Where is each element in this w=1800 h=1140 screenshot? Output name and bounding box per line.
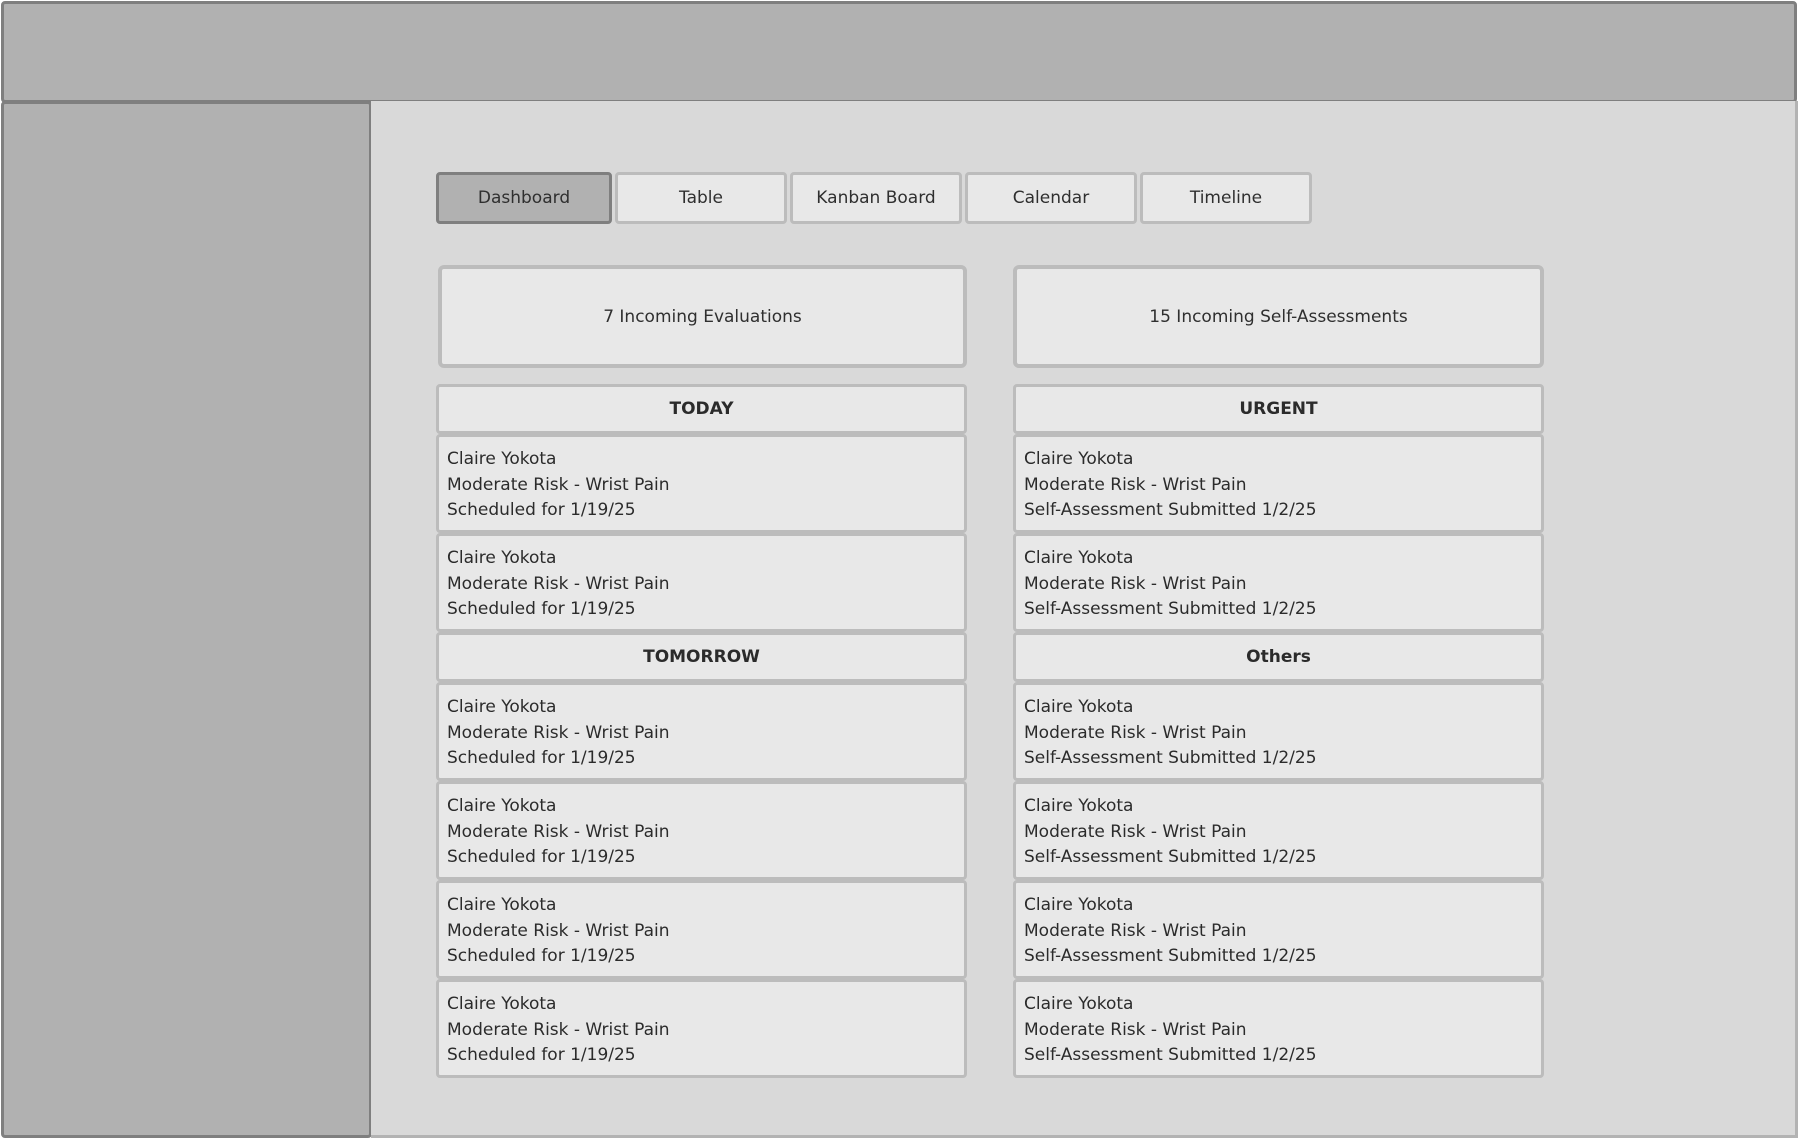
app-frame: Dashboard Table Kanban Board Calendar Ti… [0, 0, 1800, 1140]
submission-detail: Self-Assessment Submitted 1/2/25 [1024, 1045, 1317, 1065]
section-header-others: Others [1013, 632, 1544, 682]
list-item[interactable]: Claire Yokota Moderate Risk - Wrist Pain… [1013, 979, 1544, 1078]
submission-detail: Self-Assessment Submitted 1/2/25 [1024, 748, 1317, 768]
submission-detail: Self-Assessment Submitted 1/2/25 [1024, 500, 1317, 520]
list-item[interactable]: Claire Yokota Moderate Risk - Wrist Pain… [1013, 533, 1544, 632]
list-item[interactable]: Claire Yokota Moderate Risk - Wrist Pain… [436, 434, 967, 533]
risk-level: Moderate Risk - Wrist Pain [1024, 573, 1247, 594]
section-header-urgent: URGENT [1013, 384, 1544, 434]
risk-level: Moderate Risk - Wrist Pain [1024, 474, 1247, 495]
risk-level: Moderate Risk - Wrist Pain [447, 573, 670, 594]
risk-level: Moderate Risk - Wrist Pain [447, 920, 670, 941]
schedule-detail: Scheduled for 1/19/25 [447, 599, 636, 619]
tab-table[interactable]: Table [615, 172, 787, 224]
patient-name: Claire Yokota [447, 449, 557, 469]
patient-name: Claire Yokota [447, 548, 557, 568]
patient-name: Claire Yokota [1024, 449, 1134, 469]
list-item[interactable]: Claire Yokota Moderate Risk - Wrist Pain… [436, 781, 967, 880]
risk-level: Moderate Risk - Wrist Pain [1024, 722, 1247, 743]
tab-kanban-board[interactable]: Kanban Board [790, 172, 962, 224]
submission-detail: Self-Assessment Submitted 1/2/25 [1024, 599, 1317, 619]
list-item[interactable]: Claire Yokota Moderate Risk - Wrist Pain… [1013, 434, 1544, 533]
list-item[interactable]: Claire Yokota Moderate Risk - Wrist Pain… [1013, 880, 1544, 979]
top-bar [1, 1, 1797, 103]
view-tabs: Dashboard Table Kanban Board Calendar Ti… [436, 172, 1312, 224]
tab-calendar[interactable]: Calendar [965, 172, 1137, 224]
list-item[interactable]: Claire Yokota Moderate Risk - Wrist Pain… [436, 979, 967, 1078]
risk-level: Moderate Risk - Wrist Pain [1024, 1019, 1247, 1040]
section-header-today: TODAY [436, 384, 967, 434]
schedule-detail: Scheduled for 1/19/25 [447, 748, 636, 768]
list-item[interactable]: Claire Yokota Moderate Risk - Wrist Pain… [436, 533, 967, 632]
evaluations-column: TODAY Claire Yokota Moderate Risk - Wris… [436, 384, 967, 1078]
tab-dashboard[interactable]: Dashboard [436, 172, 612, 224]
risk-level: Moderate Risk - Wrist Pain [447, 821, 670, 842]
submission-detail: Self-Assessment Submitted 1/2/25 [1024, 847, 1317, 867]
submission-detail: Self-Assessment Submitted 1/2/25 [1024, 946, 1317, 966]
schedule-detail: Scheduled for 1/19/25 [447, 946, 636, 966]
patient-name: Claire Yokota [1024, 697, 1134, 717]
sidebar [1, 101, 372, 1138]
patient-name: Claire Yokota [1024, 994, 1134, 1014]
list-item[interactable]: Claire Yokota Moderate Risk - Wrist Pain… [436, 682, 967, 781]
risk-level: Moderate Risk - Wrist Pain [447, 722, 670, 743]
schedule-detail: Scheduled for 1/19/25 [447, 847, 636, 867]
incoming-evaluations-card[interactable]: 7 Incoming Evaluations [438, 265, 967, 368]
risk-level: Moderate Risk - Wrist Pain [447, 1019, 670, 1040]
patient-name: Claire Yokota [447, 697, 557, 717]
risk-level: Moderate Risk - Wrist Pain [447, 474, 670, 495]
incoming-self-assessments-card[interactable]: 15 Incoming Self-Assessments [1013, 265, 1544, 368]
section-header-tomorrow: TOMORROW [436, 632, 967, 682]
tab-timeline[interactable]: Timeline [1140, 172, 1312, 224]
self-assessments-column: URGENT Claire Yokota Moderate Risk - Wri… [1013, 384, 1544, 1078]
list-item[interactable]: Claire Yokota Moderate Risk - Wrist Pain… [1013, 682, 1544, 781]
risk-level: Moderate Risk - Wrist Pain [1024, 821, 1247, 842]
patient-name: Claire Yokota [1024, 796, 1134, 816]
risk-level: Moderate Risk - Wrist Pain [1024, 920, 1247, 941]
patient-name: Claire Yokota [447, 796, 557, 816]
patient-name: Claire Yokota [447, 895, 557, 915]
list-item[interactable]: Claire Yokota Moderate Risk - Wrist Pain… [1013, 781, 1544, 880]
patient-name: Claire Yokota [447, 994, 557, 1014]
list-item[interactable]: Claire Yokota Moderate Risk - Wrist Pain… [436, 880, 967, 979]
schedule-detail: Scheduled for 1/19/25 [447, 500, 636, 520]
patient-name: Claire Yokota [1024, 895, 1134, 915]
patient-name: Claire Yokota [1024, 548, 1134, 568]
schedule-detail: Scheduled for 1/19/25 [447, 1045, 636, 1065]
